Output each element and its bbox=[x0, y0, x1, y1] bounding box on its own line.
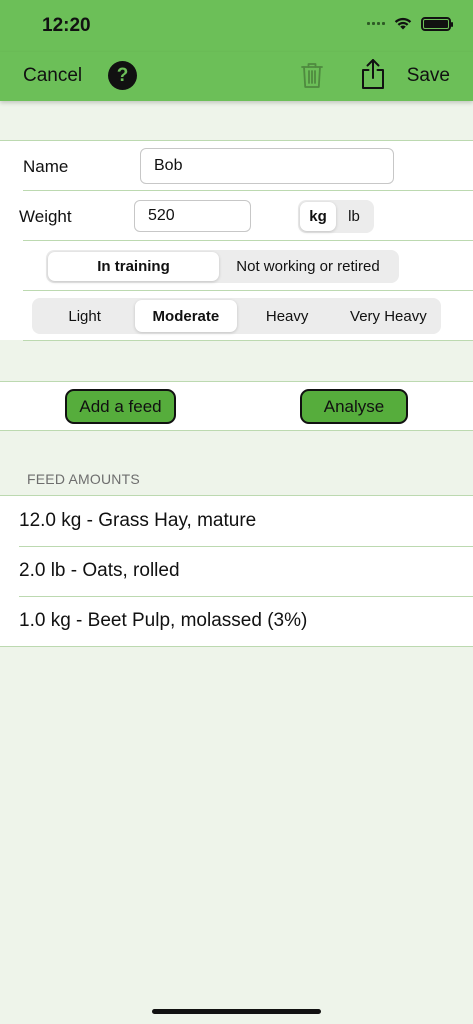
feed-list-item[interactable]: 1.0 kg - Beet Pulp, molassed (3%) bbox=[0, 596, 473, 646]
unit-option-kg[interactable]: kg bbox=[300, 202, 336, 231]
work-status-option-not-working[interactable]: Not working or retired bbox=[219, 252, 397, 281]
question-mark-circle-icon[interactable]: ? bbox=[108, 61, 137, 90]
actions-row: Add a feed Analyse bbox=[0, 381, 473, 431]
feed-list-item[interactable]: 2.0 lb - Oats, rolled bbox=[0, 546, 473, 596]
battery-icon bbox=[421, 16, 453, 31]
status-bar: 12:20 bbox=[0, 0, 473, 52]
horse-form: Name Weight kg lb In training Not workin… bbox=[0, 140, 473, 341]
trash-icon[interactable] bbox=[300, 60, 324, 90]
work-status-option-in-training[interactable]: In training bbox=[48, 252, 219, 281]
name-field[interactable] bbox=[140, 148, 394, 184]
wifi-icon bbox=[394, 17, 412, 30]
home-indicator[interactable] bbox=[152, 1009, 321, 1014]
feed-list: 12.0 kg - Grass Hay, mature 2.0 lb - Oat… bbox=[0, 495, 473, 647]
feed-amounts-header: FEED AMOUNTS bbox=[27, 471, 140, 487]
intensity-selector: Light Moderate Heavy Very Heavy bbox=[32, 298, 441, 334]
row-separator bbox=[23, 290, 473, 291]
row-separator bbox=[23, 190, 473, 191]
intensity-option-light[interactable]: Light bbox=[34, 300, 135, 332]
intensity-option-very-heavy[interactable]: Very Heavy bbox=[338, 300, 439, 332]
cancel-button[interactable]: Cancel bbox=[23, 65, 82, 87]
status-icons bbox=[367, 16, 453, 31]
status-time: 12:20 bbox=[42, 15, 91, 36]
cellular-signal-icon bbox=[367, 22, 385, 25]
save-button[interactable]: Save bbox=[407, 65, 450, 87]
feed-list-item[interactable]: 12.0 kg - Grass Hay, mature bbox=[0, 496, 473, 546]
navigation-bar: Cancel ? Save bbox=[0, 52, 473, 101]
share-icon[interactable] bbox=[360, 57, 386, 91]
intensity-option-moderate[interactable]: Moderate bbox=[135, 300, 237, 332]
row-separator bbox=[23, 240, 473, 241]
unit-option-lb[interactable]: lb bbox=[336, 202, 372, 231]
name-label: Name bbox=[23, 157, 69, 176]
weight-field[interactable] bbox=[134, 200, 251, 232]
analyse-button[interactable]: Analyse bbox=[300, 389, 408, 424]
work-status-selector: In training Not working or retired bbox=[46, 250, 399, 283]
add-feed-button[interactable]: Add a feed bbox=[65, 389, 176, 424]
row-separator bbox=[23, 340, 473, 341]
unit-selector: kg lb bbox=[298, 200, 374, 233]
weight-label: Weight bbox=[19, 207, 72, 226]
intensity-option-heavy[interactable]: Heavy bbox=[237, 300, 338, 332]
